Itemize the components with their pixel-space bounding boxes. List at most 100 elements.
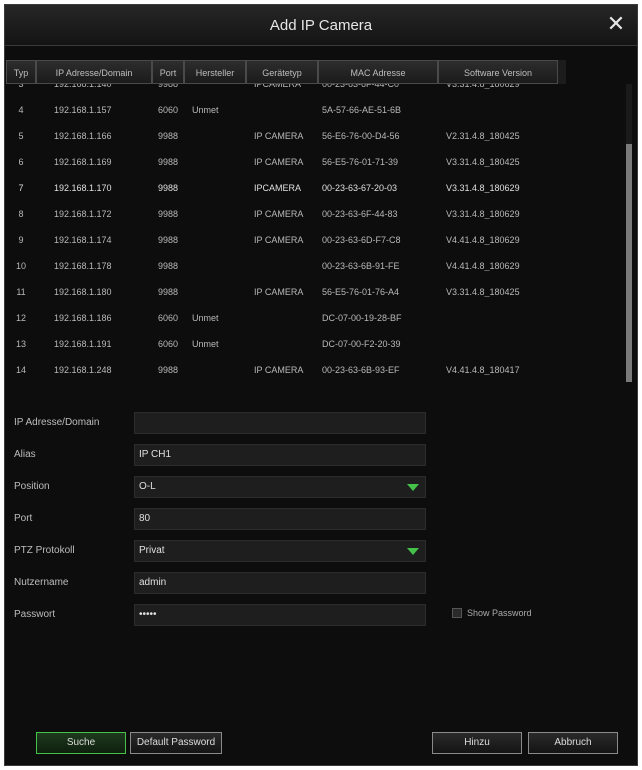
- table-row[interactable]: 11 192.168.1.180 9988 IP CAMERA 56-E5-76-01-…: [6, 279, 626, 305]
- cell-device-type: IP CAMERA: [254, 365, 304, 375]
- cell-port: 6060: [158, 105, 179, 115]
- cell-software: V3.31.4.8_180425: [446, 287, 520, 297]
- cell-ip: 192.168.1.166: [54, 131, 112, 141]
- cell-software: V3.31.4.8_180629: [446, 183, 520, 193]
- ptz-label: PTZ Protokoll: [14, 545, 75, 556]
- cell-mac: 00-23-63-6F-44-83: [322, 209, 398, 219]
- cell-typ: 8: [18, 209, 24, 219]
- cell-vendor: Unmet: [192, 105, 219, 115]
- col-header-typ[interactable]: Typ: [6, 60, 36, 84]
- cell-mac: DC-07-00-19-28-BF: [322, 313, 402, 323]
- cell-ip: 192.168.1.180: [54, 287, 112, 297]
- cell-port: 9988: [158, 261, 179, 271]
- dropdown-arrow-icon[interactable]: [407, 548, 419, 555]
- search-button[interactable]: Suche: [36, 732, 126, 754]
- col-header-port[interactable]: Port: [152, 60, 184, 84]
- table-row[interactable]: 3 192.168.1.140 9988 IPCAMERA 00-23-63-6F-44…: [6, 84, 626, 97]
- cell-typ: 11: [16, 287, 26, 297]
- table-row[interactable]: 10 192.168.1.178 9988 00-23-63-6B-91-FE V4.4…: [6, 253, 626, 279]
- show-password-checkbox[interactable]: [452, 608, 462, 618]
- col-header-mac[interactable]: MAC Adresse: [318, 60, 438, 84]
- position-label: Position: [14, 481, 50, 492]
- add-button[interactable]: Hinzu: [432, 732, 522, 754]
- cell-port: 9988: [158, 84, 179, 89]
- cell-ip: 192.168.1.178: [54, 261, 112, 271]
- cell-software: V3.31.4.8_180425: [446, 157, 520, 167]
- col-header-ip[interactable]: IP Adresse/Domain: [36, 60, 152, 84]
- show-password-toggle[interactable]: Show Password: [452, 606, 532, 620]
- table-row[interactable]: 5 192.168.1.166 9988 IP CAMERA 56-E6-76-00-D…: [6, 123, 626, 149]
- cell-typ: 3: [18, 84, 24, 89]
- cell-port: 9988: [158, 183, 179, 193]
- port-label: Port: [14, 513, 33, 524]
- username-input[interactable]: admin: [134, 572, 426, 594]
- cell-port: 9988: [158, 157, 179, 167]
- cell-port: 9988: [158, 365, 179, 375]
- cell-device-type: IPCAMERA: [254, 84, 302, 89]
- cell-device-type: IP CAMERA: [254, 235, 304, 245]
- cell-ip: 192.168.1.248: [54, 365, 112, 375]
- table-row[interactable]: 12 192.168.1.186 6060 Unmet DC-07-00-19-28-B…: [6, 305, 626, 331]
- cell-port: 9988: [158, 209, 179, 219]
- cell-typ: 13: [15, 339, 26, 349]
- cell-software: V4.41.4.8_180629: [446, 235, 520, 245]
- table-scrollbar[interactable]: [626, 84, 632, 382]
- cell-device-type: IP CAMERA: [254, 287, 304, 297]
- table-row[interactable]: 13 192.168.1.191 6060 Unmet DC-07-00-F2-20-3…: [6, 331, 626, 357]
- cell-mac: 00-23-63-67-20-03: [322, 183, 398, 193]
- col-header-vendor[interactable]: Hersteller: [184, 60, 246, 84]
- cell-software: V3.31.4.8_180629: [446, 84, 520, 89]
- cell-ip: 192.168.1.169: [54, 157, 112, 167]
- cell-mac: 00-23-63-6B-93-EF: [322, 365, 400, 375]
- table-row[interactable]: 6 192.168.1.169 9988 IP CAMERA 56-E5-76-01-7…: [6, 149, 626, 175]
- cell-port: 9988: [158, 235, 179, 245]
- cell-typ: 4: [18, 105, 24, 115]
- cell-typ: 5: [18, 131, 24, 141]
- cell-port: 6060: [158, 313, 179, 323]
- position-select[interactable]: O-L: [134, 476, 426, 498]
- cell-mac: 56-E5-76-01-76-A4: [322, 287, 400, 297]
- dialog-titlebar: Add IP Camera ✕: [5, 5, 637, 46]
- cancel-button[interactable]: Abbruch: [528, 732, 618, 754]
- cell-vendor: Unmet: [192, 313, 219, 323]
- cell-device-type: IPCAMERA: [254, 183, 302, 193]
- table-row[interactable]: 4 192.168.1.157 6060 Unmet 5A-57-66-AE-51-6B: [6, 97, 626, 123]
- cell-device-type: IP CAMERA: [254, 131, 304, 141]
- table-row[interactable]: 14 192.168.1.248 9988 IP CAMERA 00-23-63-6B-…: [6, 357, 626, 382]
- cell-ip: 192.168.1.157: [54, 105, 112, 115]
- ip-address-input[interactable]: [134, 412, 426, 434]
- cell-mac: 56-E6-76-00-D4-56: [322, 131, 400, 141]
- default-password-button[interactable]: Default Password: [130, 732, 222, 754]
- cell-typ: 9: [18, 235, 24, 245]
- cell-typ: 14: [15, 365, 26, 375]
- cell-software: V4.41.4.8_180417: [446, 365, 520, 375]
- dropdown-arrow-icon[interactable]: [407, 484, 419, 491]
- scrollbar-thumb[interactable]: [626, 144, 632, 382]
- cell-ip: 192.168.1.174: [54, 235, 112, 245]
- cell-ip: 192.168.1.140: [54, 84, 112, 89]
- cell-mac: DC-07-00-F2-20-39: [322, 339, 401, 349]
- port-input[interactable]: 80: [134, 508, 426, 530]
- cell-mac: 00-23-63-6B-91-FE: [322, 261, 400, 271]
- col-header-software[interactable]: Software Version: [438, 60, 558, 84]
- cell-port: 6060: [158, 339, 179, 349]
- password-input[interactable]: •••••: [134, 604, 426, 626]
- table-row[interactable]: 9 192.168.1.174 9988 IP CAMERA 00-23-63-6D-F…: [6, 227, 626, 253]
- ptz-protocol-select[interactable]: Privat: [134, 540, 426, 562]
- ptz-value: Privat: [139, 545, 165, 556]
- cell-ip: 192.168.1.191: [54, 339, 112, 349]
- table-row[interactable]: 7 192.168.1.170 9988 IPCAMERA 00-23-63-67-20…: [6, 175, 626, 201]
- position-value: O-L: [139, 481, 156, 492]
- cell-mac: 5A-57-66-AE-51-6B: [322, 105, 402, 115]
- cell-device-type: IP CAMERA: [254, 209, 304, 219]
- cell-typ: 12: [15, 313, 26, 323]
- cell-typ: 10: [15, 261, 26, 271]
- table-row[interactable]: 8 192.168.1.172 9988 IP CAMERA 00-23-63-6F-4…: [6, 201, 626, 227]
- table-body: 3 192.168.1.140 9988 IPCAMERA 00-23-63-6F-44…: [6, 84, 626, 382]
- alias-input[interactable]: IP CH1: [134, 444, 426, 466]
- cell-mac: 00-23-63-6F-44-C0: [322, 84, 400, 89]
- close-icon[interactable]: ✕: [605, 13, 627, 35]
- cell-ip: 192.168.1.186: [54, 313, 112, 323]
- cell-device-type: IP CAMERA: [254, 157, 304, 167]
- col-header-device-type[interactable]: Gerätetyp: [246, 60, 318, 84]
